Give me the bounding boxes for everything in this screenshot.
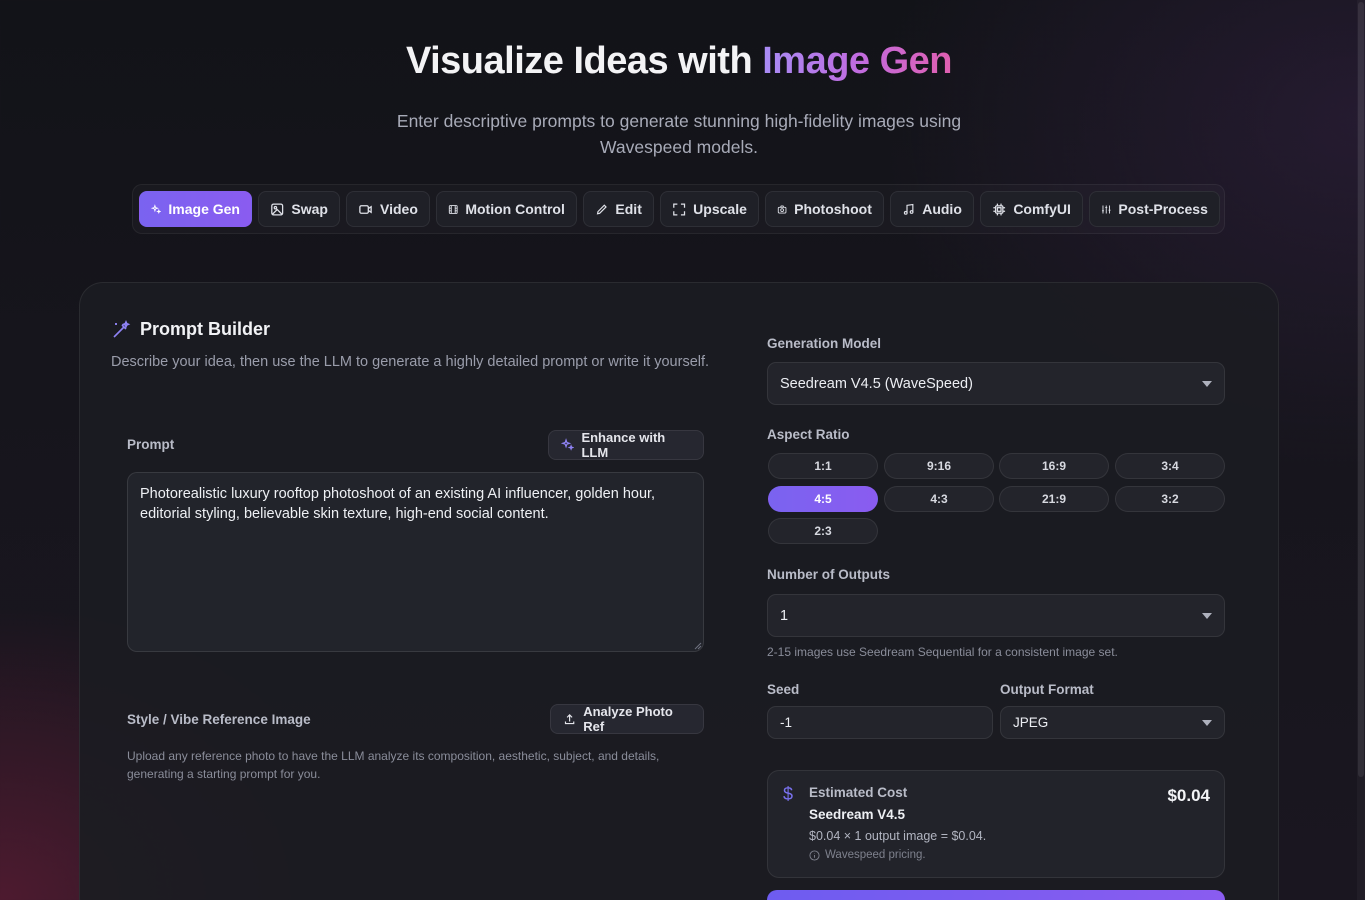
dollar-icon: $ [783,784,794,804]
pricing-note-text: Wavespeed pricing. [825,849,926,861]
seed-label: Seed [767,682,800,697]
upload-icon [564,714,575,725]
resize-grip-icon[interactable] [694,642,702,650]
prompt-builder-heading: Prompt Builder [111,319,270,340]
chevron-down-icon [1202,612,1212,619]
tab-upscale[interactable]: Upscale [659,191,759,227]
sliders-icon [1101,205,1111,213]
expand-icon [673,203,686,215]
camera-icon [777,205,787,213]
analyze-button-label: Analyze Photo Ref [583,704,673,734]
aspect-ratio-option[interactable]: 2:3 [768,518,878,544]
page-subtitle: Enter descriptive prompts to generate st… [396,111,962,157]
tab-motion-control[interactable]: Motion Control [435,191,577,227]
aspect-ratio-option-selected[interactable]: 4:5 [768,486,878,512]
prompt-label: Prompt [127,437,175,452]
aspect-ratio-option[interactable]: 3:2 [1115,486,1225,512]
tool-tabbar: Image Gen Swap Video Motion Control Edit… [132,184,1225,234]
chevron-down-icon [1202,719,1212,726]
output-format-label: Output Format [1000,682,1094,697]
video-icon [359,204,372,214]
tab-audio[interactable]: Audio [889,191,974,227]
tab-edit[interactable]: Edit [582,191,654,227]
aspect-ratio-option[interactable]: 3:4 [1115,453,1225,479]
tab-label: Motion Control [465,201,565,217]
seed-input[interactable]: -1 [767,706,993,739]
title-prefix: Visualize Ideas with [405,40,763,82]
cpu-icon [993,203,1005,215]
output-format-select[interactable]: JPEG [1000,706,1225,739]
aspect-ratio-option[interactable]: 1:1 [768,453,878,479]
pricing-note: Wavespeed pricing. [809,849,926,861]
generation-model-label: Generation Model [767,336,882,351]
number-of-outputs-label: Number of Outputs [767,567,890,582]
tab-label: Audio [922,201,962,217]
tab-video[interactable]: Video [346,191,430,227]
outputs-help-text: 2-15 images use Seedream Sequential for … [767,645,1118,659]
tab-label: Upscale [693,201,747,217]
prompt-textarea[interactable]: Photorealistic luxury rooftop photoshoot… [127,472,704,652]
title-accent: Image Gen [762,40,953,82]
tab-label: ComfyUI [1013,201,1071,217]
estimated-cost-calculation: $0.04 × 1 output image = $0.04. [809,829,987,843]
aspect-ratio-option[interactable]: 9:16 [884,453,994,479]
aspect-ratio-option[interactable]: 4:3 [884,486,994,512]
estimated-cost-model: Seedream V4.5 [809,807,906,822]
tab-label: Post-Process [1118,201,1208,217]
prompt-builder-title: Prompt Builder [140,319,271,339]
generate-button[interactable] [767,890,1225,900]
page-title: Visualize Ideas with Image Gen [0,40,1358,83]
page-scrollbar-thumb[interactable] [1358,2,1364,777]
number-of-outputs-value: 1 [780,607,789,624]
magic-wand-icon [113,319,131,338]
seed-value: -1 [780,715,793,730]
chevron-down-icon [1202,380,1212,387]
tab-label: Swap [291,201,328,217]
tab-label: Video [380,201,418,217]
pencil-icon [596,203,607,214]
music-icon [903,203,914,215]
reference-help-text: Upload any reference photo to have the L… [127,749,660,781]
aspect-ratio-label: Aspect Ratio [767,427,850,442]
tab-post-process[interactable]: Post-Process [1088,191,1220,227]
sparkles-icon [151,203,162,214]
number-of-outputs-select[interactable]: 1 [767,594,1225,637]
tab-photoshoot[interactable]: Photoshoot [764,191,884,227]
tab-label: Edit [615,201,642,217]
aspect-ratio-option[interactable]: 21:9 [999,486,1109,512]
image-icon [271,202,284,216]
reference-image-label: Style / Vibe Reference Image [127,712,311,727]
prompt-builder-description: Describe your idea, then use the LLM to … [111,354,710,370]
enhance-button-label: Enhance with LLM [581,430,666,460]
tab-comfyui[interactable]: ComfyUI [979,191,1083,227]
film-icon [448,204,458,214]
analyze-photo-ref-button[interactable]: Analyze Photo Ref [550,704,704,734]
info-icon [809,849,820,861]
estimated-cost-label: Estimated Cost [809,785,908,800]
estimated-cost-price: $0.04 [1167,786,1210,805]
tab-image-gen[interactable]: Image Gen [139,191,252,227]
tab-swap[interactable]: Swap [258,191,340,227]
tab-label: Image Gen [168,201,240,217]
aspect-ratio-option[interactable]: 16:9 [999,453,1109,479]
sparkles-icon [561,438,575,451]
output-format-value: JPEG [1013,715,1049,730]
tab-label: Photoshoot [794,201,872,217]
generation-model-select[interactable]: Seedream V4.5 (WaveSpeed) [767,362,1225,405]
generation-model-value: Seedream V4.5 (WaveSpeed) [780,375,973,392]
enhance-with-llm-button[interactable]: Enhance with LLM [548,430,704,460]
